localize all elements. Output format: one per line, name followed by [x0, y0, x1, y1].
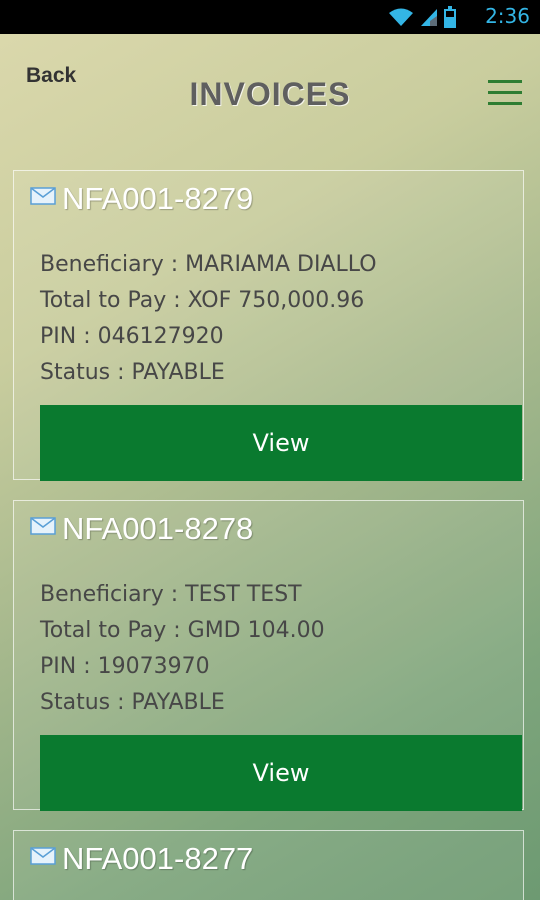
hamburger-menu-icon[interactable] [488, 78, 522, 108]
status-row: Status : PAYABLE [40, 355, 377, 391]
separator: : [110, 360, 132, 385]
total-value: GMD 104.00 [187, 618, 325, 643]
status-label: Status [40, 360, 111, 385]
total-label: Total to Pay [40, 618, 167, 643]
beneficiary-label: Beneficiary [40, 582, 164, 607]
invoice-header: NFA001-8278 [30, 511, 253, 547]
total-label: Total to Pay [40, 288, 167, 313]
status-row: Status : PAYABLE [40, 685, 325, 721]
pin-value: 046127920 [97, 324, 224, 349]
status-label: Status [40, 690, 111, 715]
separator: : [166, 618, 188, 643]
total-row: Total to Pay : GMD 104.00 [40, 613, 325, 649]
pin-row: PIN : 19073970 [40, 649, 325, 685]
invoice-details: Beneficiary : MARIAMA DIALLO Total to Pa… [40, 247, 377, 391]
pin-row: PIN : 046127920 [40, 319, 377, 355]
status-time: 2:36 [485, 4, 530, 28]
signal-icon [421, 9, 437, 26]
separator: : [163, 582, 186, 607]
invoice-header: NFA001-8279 [30, 181, 253, 217]
separator: : [110, 690, 132, 715]
envelope-icon [30, 847, 56, 865]
status-value: PAYABLE [131, 690, 225, 715]
page-title: INVOICES [189, 76, 351, 112]
app-header: Back INVOICES [0, 34, 540, 154]
separator: : [76, 654, 98, 679]
status-bar: 2:36 [0, 0, 540, 34]
envelope-icon [30, 187, 56, 205]
battery-icon [444, 6, 456, 28]
pin-label: PIN [40, 324, 77, 349]
invoice-number: NFA001-8278 [62, 511, 254, 546]
invoice-details: Beneficiary : TEST TEST Total to Pay : G… [40, 577, 325, 721]
invoice-header: NFA001-8277 [30, 841, 253, 877]
beneficiary-row: Beneficiary : MARIAMA DIALLO [40, 247, 377, 283]
envelope-icon [30, 517, 56, 535]
menu-line [488, 102, 522, 105]
invoice-number: NFA001-8279 [62, 181, 254, 216]
separator: : [166, 288, 188, 313]
total-value: XOF 750,000.96 [187, 288, 365, 313]
menu-line [488, 91, 522, 94]
status-value: PAYABLE [131, 360, 225, 385]
separator: : [76, 324, 98, 349]
wifi-icon [389, 8, 413, 26]
invoice-card: NFA001-8279 Beneficiary : MARIAMA DIALLO… [13, 170, 524, 481]
invoice-card: NFA001-8277 [13, 830, 524, 900]
view-button[interactable]: View [40, 405, 522, 481]
invoice-number: NFA001-8277 [62, 841, 254, 876]
beneficiary-label: Beneficiary [40, 252, 164, 277]
beneficiary-value: MARIAMA DIALLO [185, 252, 377, 277]
invoice-card: NFA001-8278 Beneficiary : TEST TEST Tota… [13, 500, 524, 811]
view-button[interactable]: View [40, 735, 522, 811]
pin-label: PIN [40, 654, 77, 679]
pin-value: 19073970 [97, 654, 210, 679]
beneficiary-value: TEST TEST [185, 582, 302, 607]
total-row: Total to Pay : XOF 750,000.96 [40, 283, 377, 319]
separator: : [163, 252, 186, 277]
status-icons [388, 6, 456, 28]
beneficiary-row: Beneficiary : TEST TEST [40, 577, 325, 613]
menu-line [488, 80, 522, 83]
